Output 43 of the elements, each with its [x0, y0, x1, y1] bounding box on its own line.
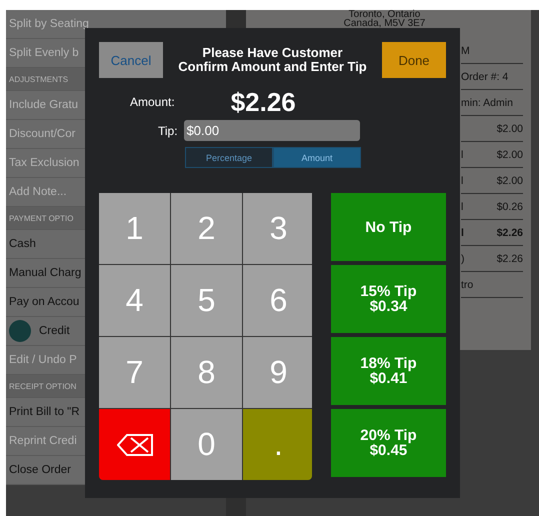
cancel-button[interactable]: Cancel	[99, 42, 163, 78]
receipt-text: l	[461, 226, 464, 238]
tip-option-button[interactable]: No Tip	[331, 193, 446, 261]
avatar-icon	[9, 320, 31, 342]
digit-key[interactable]: 6	[243, 265, 312, 336]
tip-label: Tip:	[158, 124, 178, 138]
receipt-text: tro	[461, 278, 474, 290]
digit-key[interactable]: 7	[99, 337, 170, 408]
amount-value: $2.26	[230, 86, 296, 118]
tip-option-button[interactable]: 15% Tip $0.34	[331, 265, 446, 333]
receipt-text: M	[461, 44, 470, 56]
digit-key[interactable]: 9	[243, 337, 312, 408]
receipt-text: l	[461, 174, 464, 186]
mode-tab[interactable]: Percentage	[185, 147, 273, 168]
digit-key[interactable]: 3	[243, 193, 312, 264]
receipt-amount: $2.26	[496, 226, 523, 238]
digit-key[interactable]: 0	[171, 409, 242, 480]
decimal-key[interactable]: .	[243, 409, 312, 480]
mode-tab[interactable]: Amount	[273, 147, 361, 168]
receipt-text: )	[461, 252, 464, 264]
receipt-amount: $2.00	[496, 148, 523, 160]
backspace-icon	[116, 434, 152, 456]
digit-key[interactable]: 4	[99, 265, 170, 336]
tip-field[interactable]: $0.00	[184, 120, 360, 141]
receipt-text: l	[461, 200, 464, 212]
receipt-amount: $0.26	[496, 200, 523, 212]
receipt-amount: $2.26	[496, 252, 523, 264]
digit-key[interactable]: 8	[171, 337, 242, 408]
receipt-amount: $2.00	[496, 174, 523, 186]
receipt-address: Toronto, Ontario Canada, M5V 3E7	[344, 10, 426, 28]
receipt-text: min: Admin	[461, 96, 513, 108]
receipt-text: Order #: 4	[461, 70, 508, 82]
backspace-key[interactable]	[99, 409, 170, 480]
amount-label: Amount:	[130, 95, 175, 109]
receipt-text: l	[461, 148, 464, 160]
digit-key[interactable]: 5	[171, 265, 242, 336]
digit-key[interactable]: 1	[99, 193, 170, 264]
tip-option-button[interactable]: 20% Tip $0.45	[331, 409, 446, 477]
receipt-amount: $2.00	[496, 122, 523, 134]
menu-label: Credit	[39, 325, 70, 337]
digit-key[interactable]: 2	[171, 193, 242, 264]
tip-option-button[interactable]: 18% Tip $0.41	[331, 337, 446, 405]
done-button[interactable]: Done	[382, 42, 446, 78]
